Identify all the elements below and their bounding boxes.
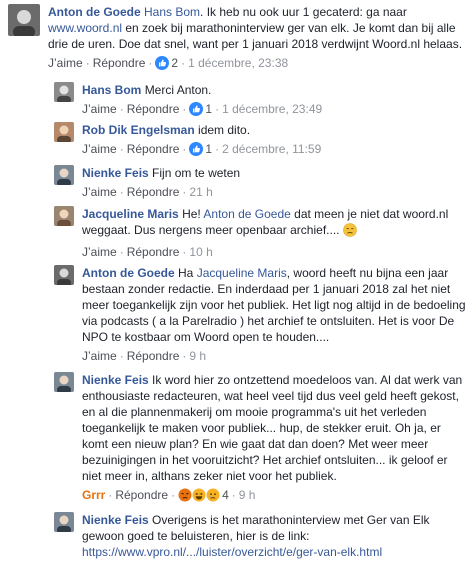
comment-text: Nienke Feis Overigens is het marathonint… [82,513,430,559]
comment-author[interactable]: Nienke Feis [82,513,149,527]
comment-timestamp[interactable]: 21 h [189,185,212,199]
angry-icon[interactable] [178,488,192,506]
reply-comment: Jacqueline Maris He! Anton de Goede dat … [54,206,470,260]
like-button[interactable]: J’aime [82,142,117,156]
reply-comment: Hans Bom Merci Anton. J’aime · Répondre · 1 ·… [54,82,470,120]
comment-actions: J’aime · Répondre · 2 · 1 décembre, 23:38 [48,55,470,74]
comment-text: Rob Dik Engelsman idem dito. [82,123,251,137]
thumbs-up-icon[interactable] [189,102,204,120]
comment-text: Anton de Goede Ha Jacqueline Maris, woor… [82,266,466,344]
reaction-count[interactable]: 1 [203,102,212,116]
mention-link[interactable]: Hans Bom [144,5,200,19]
comment-actions: J’aime · Répondre · 1 · 2 décembre, 11:59 [82,141,470,160]
reply-comment: Anton de Goede Ha Jacqueline Maris, woor… [54,265,470,364]
reply-button[interactable]: Répondre [127,245,180,259]
comment-author[interactable]: Hans Bom [82,83,141,97]
thumbs-up-icon[interactable] [155,56,170,74]
avatar[interactable] [54,512,74,532]
url-link[interactable]: https://www.vpro.nl/.../luister/overzich… [82,545,382,559]
like-button[interactable]: J’aime [82,185,117,199]
avatar[interactable] [54,122,74,142]
comment-timestamp[interactable]: 9 h [239,488,256,502]
avatar[interactable] [54,206,74,226]
reply-comment: Nienke Feis Ik word hier zo ontzettend m… [54,372,470,506]
reply-comment: Nienke Feis Overigens is het marathonint… [54,512,470,560]
comment-timestamp[interactable]: 10 h [189,245,212,259]
mention-link[interactable]: Jacqueline Maris [197,266,287,280]
url-link[interactable]: www.woord.nl [48,21,122,35]
comment-timestamp[interactable]: 1 décembre, 23:38 [188,56,288,70]
grrr-reaction-button[interactable]: Grrr [82,488,105,502]
thumbs-up-icon[interactable] [189,142,204,160]
comment-text: Hans Bom Merci Anton. [82,83,212,97]
reply-button[interactable]: Répondre [127,185,180,199]
reply-button[interactable]: Répondre [93,56,146,70]
comment-author[interactable]: Anton de Goede [48,5,141,19]
comment-text: Jacqueline Maris He! Anton de Goede dat … [82,206,470,241]
like-button[interactable]: J’aime [82,245,117,259]
reply-button[interactable]: Répondre [115,488,168,502]
comment-author[interactable]: Nienke Feis [82,373,149,387]
comment-timestamp[interactable]: 2 décembre, 11:59 [222,142,321,156]
comment-text: Nienke Feis Fijn om te weten [82,166,241,180]
comment-actions: J’aime · Répondre · 1 · 1 décembre, 23:49 [82,101,470,120]
reaction-count[interactable]: 1 [203,142,212,156]
comment-actions: J’aime · Répondre · 9 h [82,349,207,363]
reply-comment: Rob Dik Engelsman idem dito. J’aime · Répo… [54,122,470,160]
avatar[interactable] [54,372,74,392]
reply-button[interactable]: Répondre [127,102,180,116]
avatar[interactable] [54,265,74,285]
comment-thread: Anton de Goede Hans Bom. Ik heb nu ook u… [0,0,474,561]
comment-actions: J’aime · Répondre · 21 h [82,185,213,199]
comment-author[interactable]: Jacqueline Maris [82,207,179,221]
comment-author[interactable]: Anton de Goede [82,266,175,280]
like-button[interactable]: J’aime [48,56,83,70]
avatar[interactable] [54,165,74,185]
avatar[interactable] [54,82,74,102]
reply-button[interactable]: Répondre [127,349,180,363]
like-button[interactable]: J’aime [82,102,117,116]
reaction-count[interactable]: 4 [220,488,229,502]
reaction-count[interactable]: 2 [169,56,178,70]
unamused-face-icon [343,223,357,241]
comment-timestamp[interactable]: 9 h [189,349,206,363]
comment-timestamp[interactable]: 1 décembre, 23:49 [222,102,322,116]
comment-author[interactable]: Rob Dik Engelsman [82,123,195,137]
reply-button[interactable]: Répondre [127,142,180,156]
avatar[interactable] [8,4,40,36]
reply-comment: Nienke Feis Fijn om te weten J’aime · Répo… [54,165,470,200]
comment-actions: Grrr · Répondre · 4 · 9 h [82,487,470,506]
sad-icon[interactable] [206,488,220,506]
mention-link[interactable]: Anton de Goede [203,207,290,221]
comment-actions: J’aime · Répondre · 10 h [82,245,213,259]
like-button[interactable]: J’aime [82,349,117,363]
comment-text: Anton de Goede Hans Bom. Ik heb nu ook u… [48,5,463,51]
laugh-icon[interactable] [192,488,206,506]
comment-author[interactable]: Nienke Feis [82,166,149,180]
comment-text: Nienke Feis Ik word hier zo ontzettend m… [82,373,463,483]
comment: Anton de Goede Hans Bom. Ik heb nu ook u… [8,4,470,74]
